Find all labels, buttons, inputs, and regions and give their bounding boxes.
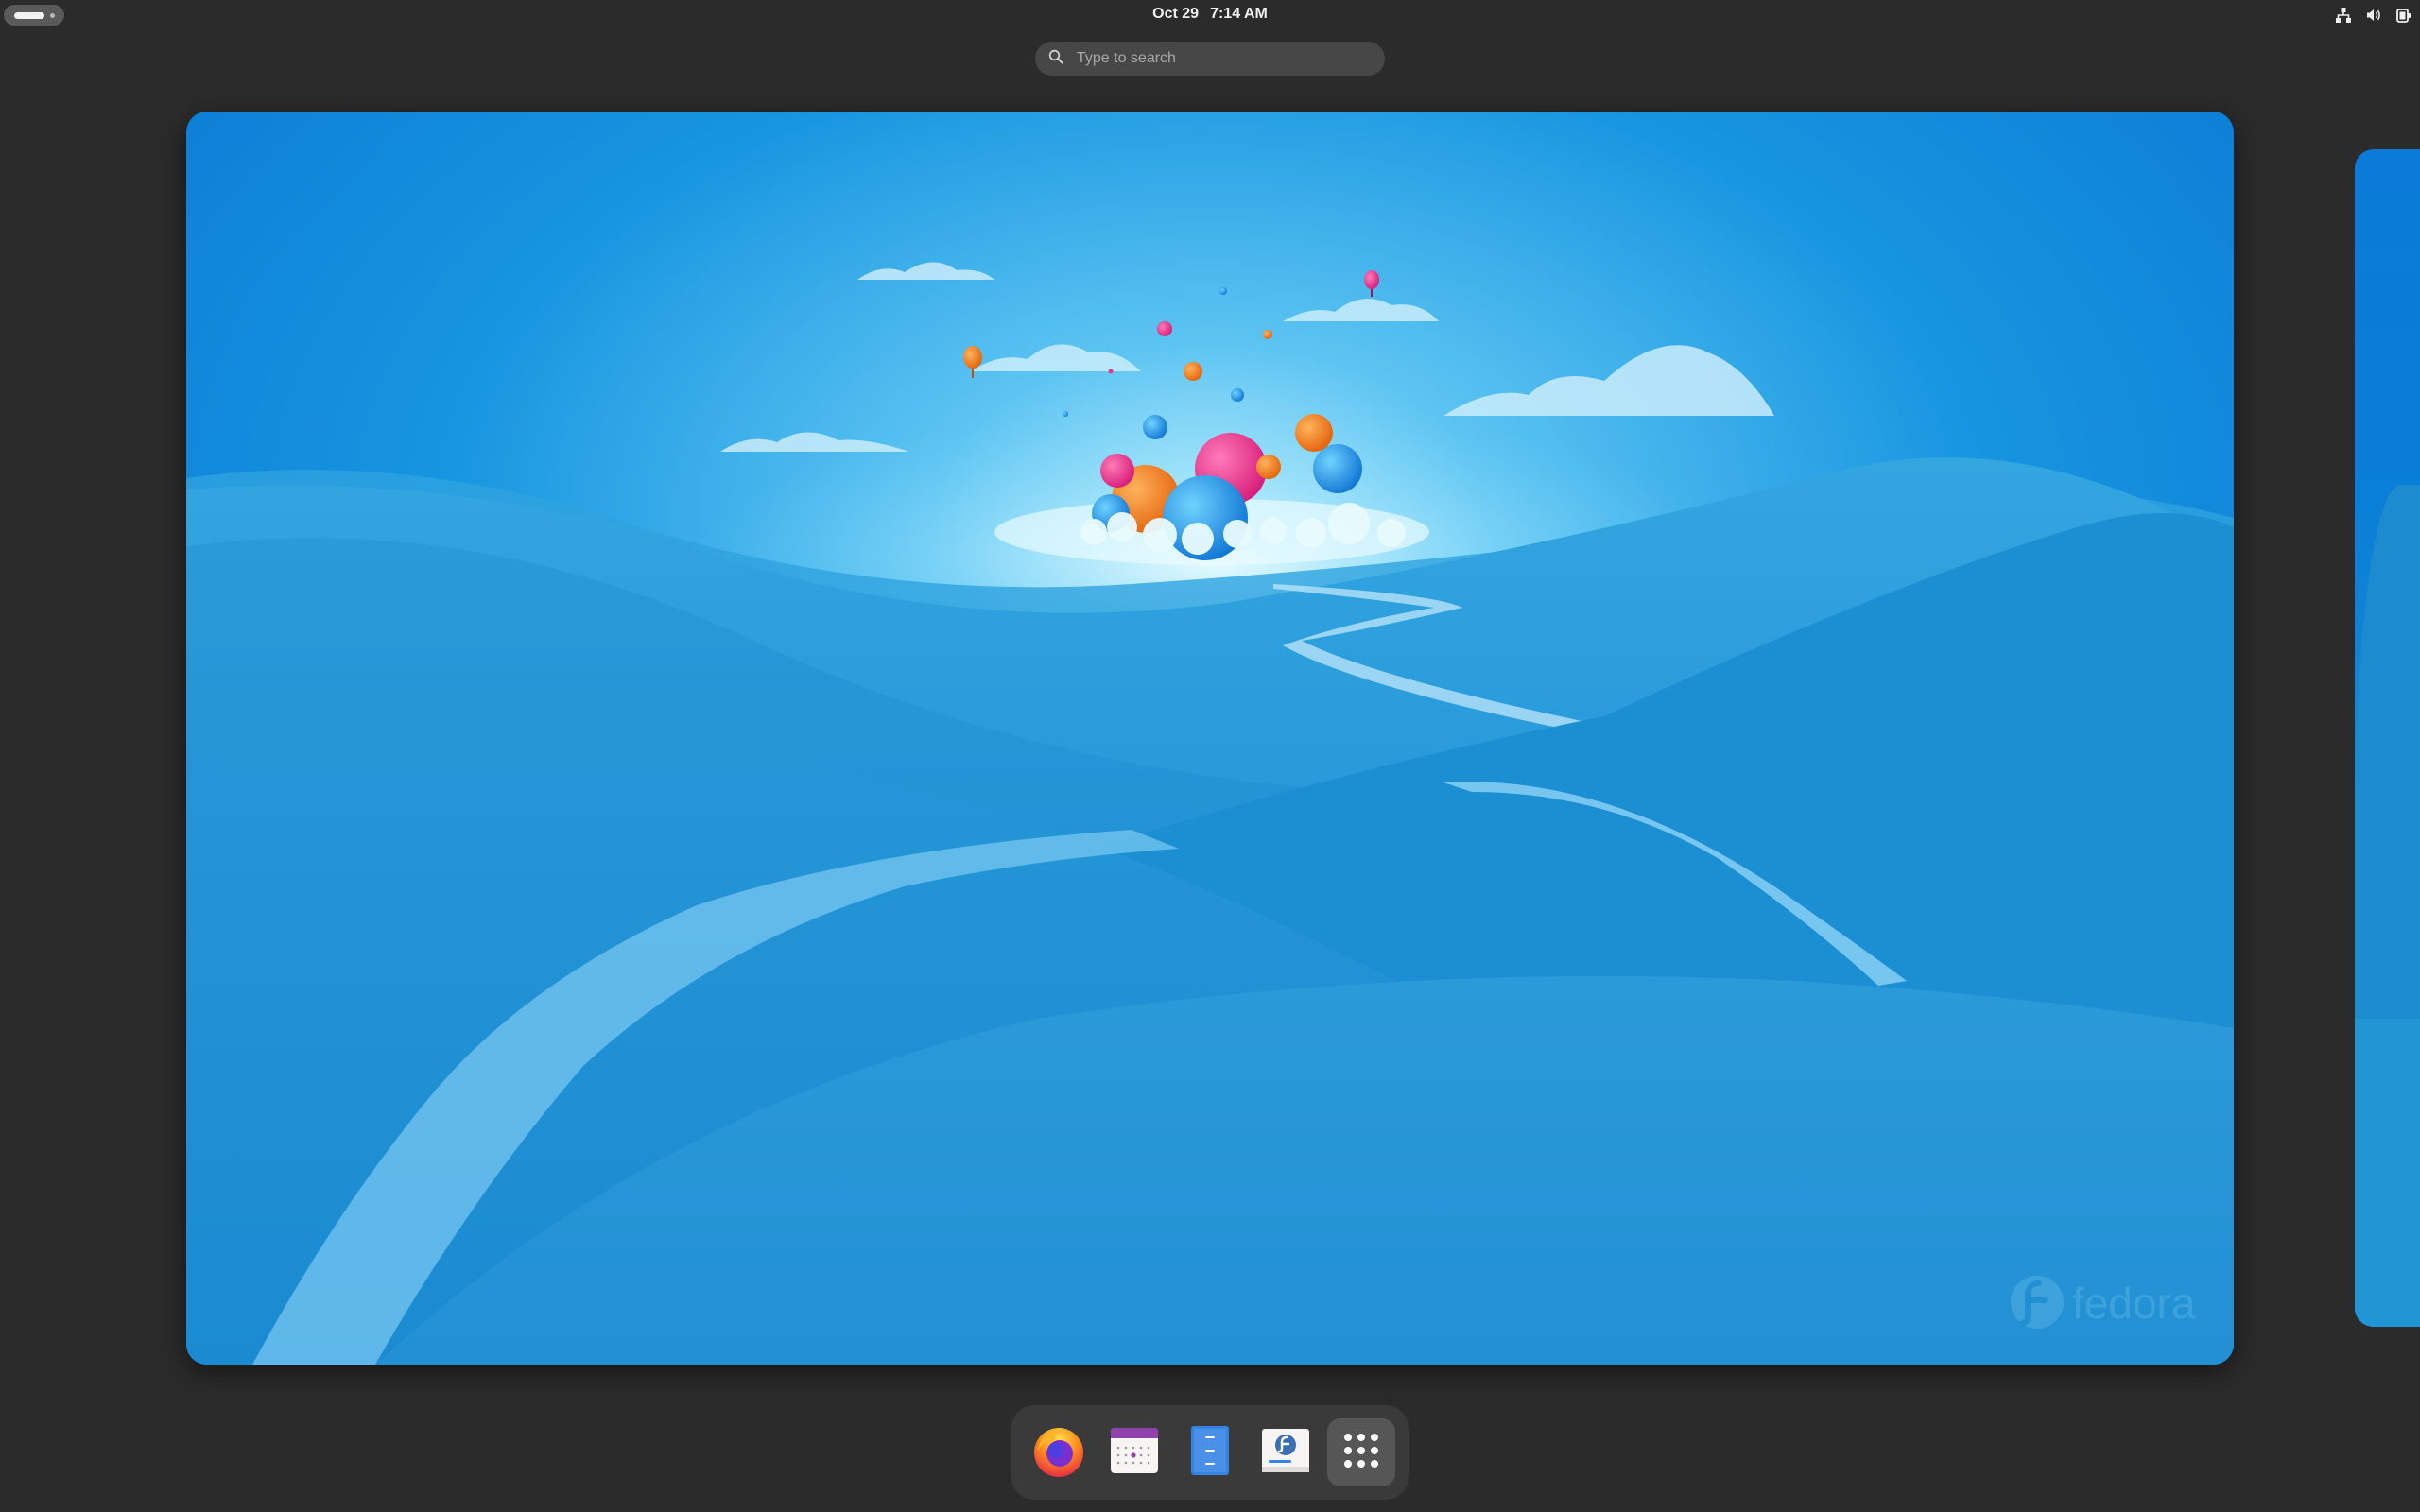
dash xyxy=(1011,1405,1409,1500)
firefox-icon xyxy=(1030,1422,1087,1484)
wallpaper: fedora xyxy=(186,112,2234,1365)
workspace-indicator-inactive xyxy=(50,13,55,18)
svg-text:fedora: fedora xyxy=(2072,1279,2196,1328)
firefox-launcher[interactable] xyxy=(1025,1418,1093,1486)
software-launcher[interactable] xyxy=(1252,1418,1320,1486)
search-input[interactable] xyxy=(1075,49,1362,68)
next-workspace-thumbnail[interactable] xyxy=(2355,149,2420,1327)
activities-button[interactable] xyxy=(4,5,64,26)
show-apps-button[interactable] xyxy=(1327,1418,1395,1486)
system-tray[interactable] xyxy=(2335,6,2412,25)
wallpaper-hill xyxy=(2355,1019,2420,1327)
clock-button[interactable]: Oct 29 7:14 AM xyxy=(1115,0,1305,30)
workspace-indicator-active xyxy=(14,12,44,19)
search-icon xyxy=(1048,49,1063,69)
app-grid-icon xyxy=(1340,1430,1382,1476)
workspace-thumbnail[interactable]: fedora xyxy=(186,112,2234,1365)
volume-icon xyxy=(2365,7,2382,24)
calendar-icon xyxy=(1108,1424,1161,1482)
fedora-watermark: fedora xyxy=(2011,1276,2196,1329)
power-icon xyxy=(2395,7,2412,24)
clock-time: 7:14 AM xyxy=(1210,6,1268,22)
text-editor-icon xyxy=(1184,1424,1236,1482)
search-entry[interactable] xyxy=(1035,42,1385,76)
top-bar: Oct 29 7:14 AM xyxy=(0,0,2420,30)
software-icon xyxy=(1259,1424,1312,1482)
calendar-launcher[interactable] xyxy=(1100,1418,1168,1486)
network-icon xyxy=(2335,7,2352,24)
clock-date: Oct 29 xyxy=(1152,6,1200,22)
text-editor-launcher[interactable] xyxy=(1176,1418,1244,1486)
